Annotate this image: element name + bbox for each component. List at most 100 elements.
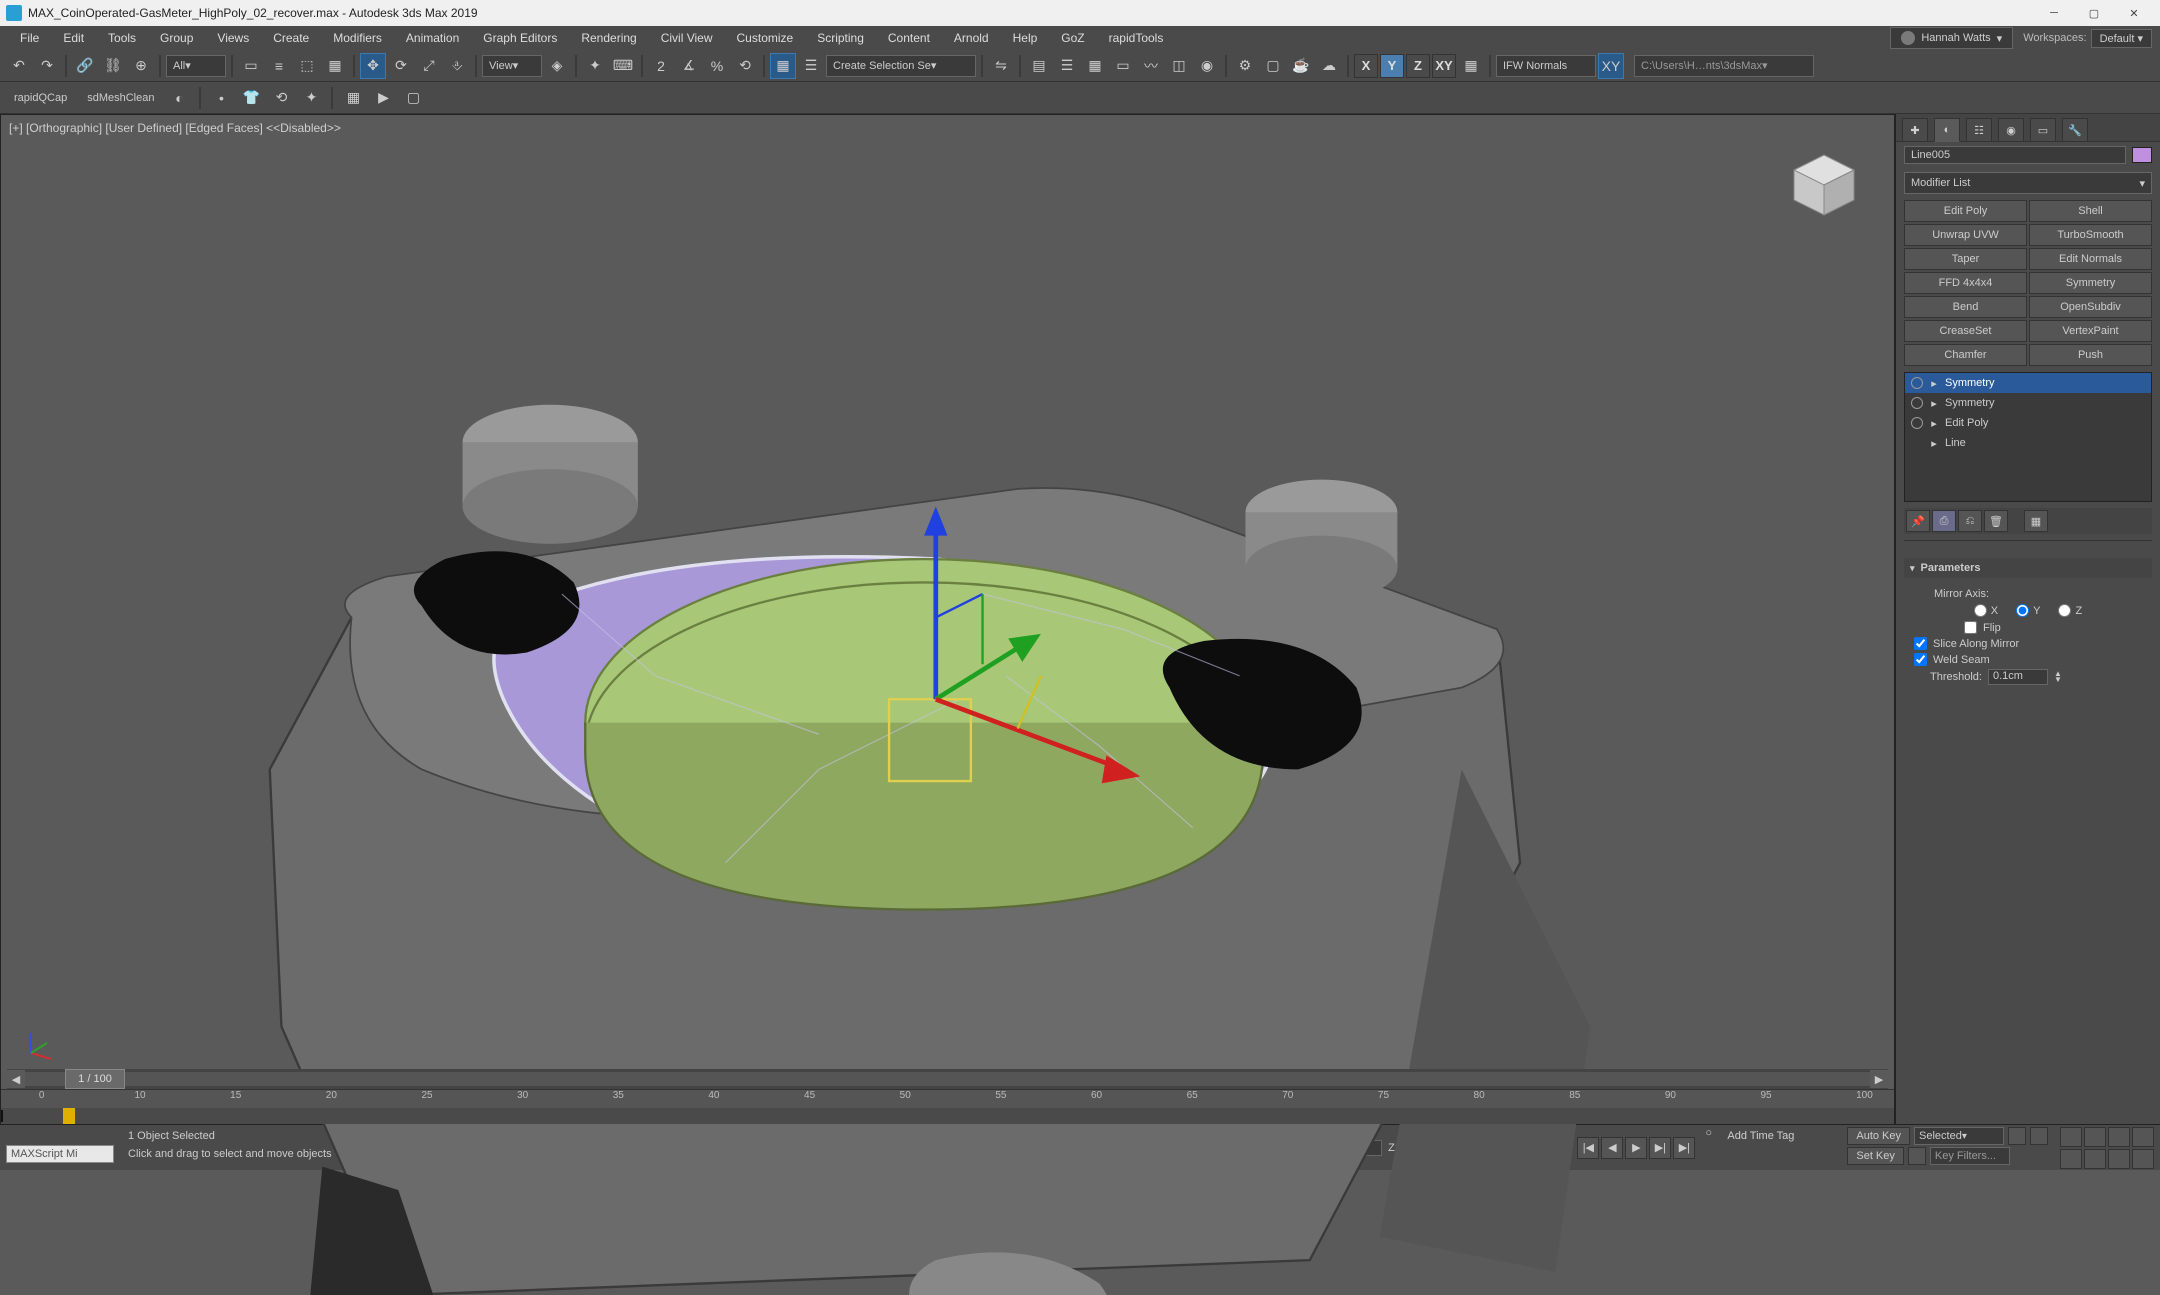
select-move-button[interactable]: ✥	[360, 53, 386, 79]
menu-create[interactable]: Create	[261, 27, 321, 49]
tab-motion[interactable]: ◉	[1998, 118, 2024, 142]
visibility-icon[interactable]	[1911, 397, 1923, 409]
render-button[interactable]: ☕	[1288, 53, 1314, 79]
user-account[interactable]: Hannah Watts ▾	[1890, 27, 2013, 49]
modifier-unwrap-uvw[interactable]: Unwrap UVW	[1904, 224, 2027, 246]
constraint-grid-button[interactable]: ▦	[1458, 53, 1484, 79]
modifier-turbosmooth[interactable]: TurboSmooth	[2029, 224, 2152, 246]
show-end-result-button[interactable]: ⎙	[1932, 510, 1956, 532]
make-unique-button[interactable]: ⎌	[1958, 510, 1982, 532]
playhead[interactable]	[63, 1108, 75, 1124]
render-frame-button[interactable]: ▢	[1260, 53, 1286, 79]
time-next-button[interactable]: ▶	[1870, 1070, 1888, 1088]
modifier-push[interactable]: Push	[2029, 344, 2152, 366]
select-rotate-button[interactable]: ⟳	[388, 53, 414, 79]
spinner-arrows-icon[interactable]: ▲▼	[2054, 671, 2062, 683]
track-ruler[interactable]: 0101520253035404550556065707580859095100	[1, 1090, 1894, 1108]
weld-checkbox[interactable]: Weld Seam	[1914, 653, 2142, 666]
bind-button[interactable]: ⊕	[128, 53, 154, 79]
snap-percent-button[interactable]: %	[704, 53, 730, 79]
menu-rendering[interactable]: Rendering	[569, 27, 648, 49]
curve-editor-button[interactable]: 〰	[1138, 53, 1164, 79]
track-bar[interactable]: 0101520253035404550556065707580859095100	[1, 1089, 1894, 1123]
time-handle[interactable]: 1 / 100	[65, 1069, 125, 1089]
slice-checkbox[interactable]: Slice Along Mirror	[1914, 637, 2142, 650]
stack-item-edit-poly[interactable]: ▸Edit Poly	[1905, 413, 2151, 433]
ref-coord-dropdown[interactable]: View ▾	[482, 55, 542, 77]
rapidqcap-label[interactable]: rapidQCap	[6, 92, 75, 104]
material-editor-button[interactable]: ◉	[1194, 53, 1220, 79]
tool-icon-6[interactable]: ▦	[340, 85, 366, 111]
unlink-button[interactable]: ⛓	[100, 53, 126, 79]
tab-modify[interactable]: ◐	[1934, 118, 1960, 142]
snap-angle-button[interactable]: ∡	[676, 53, 702, 79]
modifier-ffd-4x4x4[interactable]: FFD 4x4x4	[1904, 272, 2027, 294]
selection-filter-dropdown[interactable]: All ▾	[166, 55, 226, 77]
modifier-bend[interactable]: Bend	[1904, 296, 2027, 318]
track-keys[interactable]	[1, 1108, 1894, 1124]
set-key-icon-1[interactable]	[2008, 1127, 2026, 1145]
pin-stack-button[interactable]: 📌	[1906, 510, 1930, 532]
visibility-icon[interactable]	[1911, 377, 1923, 389]
modifier-stack[interactable]: ▸Symmetry▸Symmetry▸Edit Poly▸Line	[1904, 372, 2152, 502]
layers-button[interactable]: ☰	[1054, 53, 1080, 79]
edit-named-sel-button[interactable]: ☰	[798, 53, 824, 79]
constraint-x[interactable]: X	[1354, 54, 1378, 78]
pan-button[interactable]	[2060, 1127, 2082, 1147]
expand-icon[interactable]: ▸	[1929, 417, 1939, 430]
menu-arnold[interactable]: Arnold	[942, 27, 1001, 49]
viewport[interactable]: [+] [Orthographic] [User Defined] [Edged…	[0, 114, 1895, 1124]
axis-x-radio[interactable]: X	[1974, 604, 1998, 617]
key-big-button[interactable]	[1908, 1147, 1926, 1165]
close-button[interactable]: ✕	[2114, 2, 2154, 24]
redo-button[interactable]: ↷	[34, 53, 60, 79]
render-cloud-button[interactable]: ☁	[1316, 53, 1342, 79]
expand-icon[interactable]: ▸	[1929, 397, 1939, 410]
tool-icon-2[interactable]: •	[208, 85, 234, 111]
schematic-button[interactable]: ◫	[1166, 53, 1192, 79]
modifier-chamfer[interactable]: Chamfer	[1904, 344, 2027, 366]
zoom-ext-button[interactable]	[2060, 1149, 2082, 1169]
select-manipulate-button[interactable]: ✦	[582, 53, 608, 79]
layer-explorer-button[interactable]: ▦	[1082, 53, 1108, 79]
menu-animation[interactable]: Animation	[394, 27, 471, 49]
menu-rapidtools[interactable]: rapidTools	[1097, 27, 1176, 49]
select-region-button[interactable]: ⬚	[294, 53, 320, 79]
select-place-button[interactable]: ⎀	[444, 53, 470, 79]
ifw-normals-dropdown[interactable]: IFW Normals	[1496, 55, 1596, 77]
menu-customize[interactable]: Customize	[725, 27, 806, 49]
maximize-button[interactable]: ▢	[2074, 2, 2114, 24]
tool-icon-5[interactable]: ✦	[298, 85, 324, 111]
project-path[interactable]: C:\Users\H…nts\3dsMax ▾	[1634, 55, 1814, 77]
object-color-swatch[interactable]	[2132, 147, 2152, 163]
constraint-y[interactable]: Y	[1380, 54, 1404, 78]
tool-icon-3[interactable]: 👕	[238, 85, 264, 111]
modifier-vertexpaint[interactable]: VertexPaint	[2029, 320, 2152, 342]
undo-button[interactable]: ↶	[6, 53, 32, 79]
snap-2d-button[interactable]: 2	[648, 53, 674, 79]
menu-modifiers[interactable]: Modifiers	[321, 27, 394, 49]
mirror-button[interactable]: ⇋	[988, 53, 1014, 79]
modifier-edit-normals[interactable]: Edit Normals	[2029, 248, 2152, 270]
menu-file[interactable]: File	[8, 27, 51, 49]
max-viewport-button[interactable]	[2108, 1149, 2130, 1169]
minimize-button[interactable]: ─	[2034, 2, 2074, 24]
orbit-button[interactable]	[2108, 1127, 2130, 1147]
stack-item-symmetry[interactable]: ▸Symmetry	[1905, 373, 2151, 393]
link-button[interactable]: 🔗	[72, 53, 98, 79]
axis-y-radio[interactable]: Y	[2016, 604, 2040, 617]
select-object-button[interactable]: ▭	[238, 53, 264, 79]
tool-icon-1[interactable]: ◐	[166, 85, 192, 111]
modifier-taper[interactable]: Taper	[1904, 248, 2027, 270]
constraint-xy[interactable]: XY	[1432, 54, 1456, 78]
tool-icon-7[interactable]: ▶	[370, 85, 396, 111]
spinner-snap-button[interactable]: ⟲	[732, 53, 758, 79]
object-name-input[interactable]	[1904, 146, 2126, 164]
time-slider[interactable]: ◀ 1 / 100 ▶	[7, 1069, 1888, 1089]
tab-create[interactable]: ✚	[1902, 118, 1928, 142]
menu-goz[interactable]: GoZ	[1049, 27, 1096, 49]
axis-z-radio[interactable]: Z	[2058, 604, 2082, 617]
key-target-dropdown[interactable]: Selected ▾	[1914, 1127, 2004, 1145]
rollout-header[interactable]: Parameters	[1904, 558, 2152, 578]
menu-graph-editors[interactable]: Graph Editors	[471, 27, 569, 49]
